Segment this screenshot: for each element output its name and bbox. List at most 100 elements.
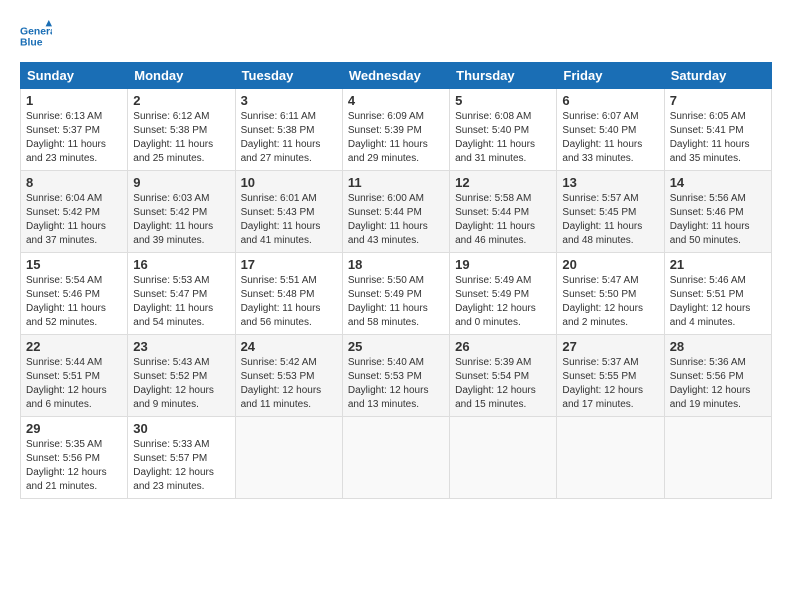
calendar-week-row: 29 Sunrise: 5:35 AMSunset: 5:56 PMDayligh… (21, 417, 772, 499)
calendar-cell (235, 417, 342, 499)
cell-info: Sunrise: 5:54 AMSunset: 5:46 PMDaylight:… (26, 274, 122, 330)
day-number: 9 (133, 175, 229, 190)
cell-info: Sunrise: 6:03 AMSunset: 5:42 PMDaylight:… (133, 192, 229, 248)
cell-info: Sunrise: 6:07 AMSunset: 5:40 PMDaylight:… (562, 110, 658, 166)
calendar-week-row: 15 Sunrise: 5:54 AMSunset: 5:46 PMDayligh… (21, 253, 772, 335)
day-number: 3 (241, 93, 337, 108)
day-number: 27 (562, 339, 658, 354)
day-number: 13 (562, 175, 658, 190)
calendar-cell: 21Sunrise: 5:46 AMSunset: 5:51 PMDayligh… (664, 253, 771, 335)
calendar-cell: 7Sunrise: 6:05 AMSunset: 5:41 PMDaylight… (664, 89, 771, 171)
cell-info: Sunrise: 5:56 AMSunset: 5:46 PMDaylight:… (670, 192, 766, 248)
day-number: 10 (241, 175, 337, 190)
calendar-week-row: 8 Sunrise: 6:04 AMSunset: 5:42 PMDaylight… (21, 171, 772, 253)
day-number: 29 (26, 421, 122, 436)
calendar-cell: 24 Sunrise: 5:42 AMSunset: 5:53 PMDayligh… (235, 335, 342, 417)
day-number: 17 (241, 257, 337, 272)
day-number: 21 (670, 257, 766, 272)
cell-info: Sunrise: 5:47 AMSunset: 5:50 PMDaylight:… (562, 274, 658, 330)
day-number: 28 (670, 339, 766, 354)
calendar-cell: 3 Sunrise: 6:11 AMSunset: 5:38 PMDaylight… (235, 89, 342, 171)
day-number: 18 (348, 257, 444, 272)
calendar-cell: 2 Sunrise: 6:12 AMSunset: 5:38 PMDaylight… (128, 89, 235, 171)
day-number: 20 (562, 257, 658, 272)
calendar-cell: 1 Sunrise: 6:13 AMSunset: 5:37 PMDaylight… (21, 89, 128, 171)
calendar-day-header: Monday (128, 63, 235, 89)
cell-info: Sunrise: 5:35 AMSunset: 5:56 PMDaylight:… (26, 438, 122, 494)
cell-info: Sunrise: 6:04 AMSunset: 5:42 PMDaylight:… (26, 192, 122, 248)
day-number: 8 (26, 175, 122, 190)
day-number: 2 (133, 93, 229, 108)
day-number: 16 (133, 257, 229, 272)
calendar-body: 1 Sunrise: 6:13 AMSunset: 5:37 PMDaylight… (21, 89, 772, 499)
calendar-cell (450, 417, 557, 499)
cell-info: Sunrise: 5:53 AMSunset: 5:47 PMDaylight:… (133, 274, 229, 330)
calendar-cell: 30 Sunrise: 5:33 AMSunset: 5:57 PMDayligh… (128, 417, 235, 499)
calendar-cell: 25 Sunrise: 5:40 AMSunset: 5:53 PMDayligh… (342, 335, 449, 417)
cell-info: Sunrise: 5:40 AMSunset: 5:53 PMDaylight:… (348, 356, 444, 412)
cell-info: Sunrise: 6:09 AMSunset: 5:39 PMDaylight:… (348, 110, 444, 166)
calendar-cell: 28 Sunrise: 5:36 AMSunset: 5:56 PMDayligh… (664, 335, 771, 417)
day-number: 19 (455, 257, 551, 272)
day-number: 25 (348, 339, 444, 354)
day-number: 5 (455, 93, 551, 108)
calendar-day-header: Sunday (21, 63, 128, 89)
calendar-table: SundayMondayTuesdayWednesdayThursdayFrid… (20, 62, 772, 499)
cell-info: Sunrise: 6:01 AMSunset: 5:43 PMDaylight:… (241, 192, 337, 248)
day-number: 15 (26, 257, 122, 272)
svg-text:Blue: Blue (20, 38, 43, 49)
calendar-cell: 29 Sunrise: 5:35 AMSunset: 5:56 PMDayligh… (21, 417, 128, 499)
calendar-cell: 26 Sunrise: 5:39 AMSunset: 5:54 PMDayligh… (450, 335, 557, 417)
day-number: 24 (241, 339, 337, 354)
calendar-week-row: 22 Sunrise: 5:44 AMSunset: 5:51 PMDayligh… (21, 335, 772, 417)
calendar-cell: 18 Sunrise: 5:50 AMSunset: 5:49 PMDayligh… (342, 253, 449, 335)
calendar-cell: 13 Sunrise: 5:57 AMSunset: 5:45 PMDayligh… (557, 171, 664, 253)
calendar-cell: 27 Sunrise: 5:37 AMSunset: 5:55 PMDayligh… (557, 335, 664, 417)
calendar-day-header: Tuesday (235, 63, 342, 89)
cell-info: Sunrise: 5:49 AMSunset: 5:49 PMDaylight:… (455, 274, 551, 330)
cell-info: Sunrise: 6:08 AMSunset: 5:40 PMDaylight:… (455, 110, 551, 166)
cell-info: Sunrise: 6:00 AMSunset: 5:44 PMDaylight:… (348, 192, 444, 248)
calendar-cell: 10 Sunrise: 6:01 AMSunset: 5:43 PMDayligh… (235, 171, 342, 253)
calendar-day-header: Thursday (450, 63, 557, 89)
calendar-cell: 15 Sunrise: 5:54 AMSunset: 5:46 PMDayligh… (21, 253, 128, 335)
cell-info: Sunrise: 5:33 AMSunset: 5:57 PMDaylight:… (133, 438, 229, 494)
day-number: 22 (26, 339, 122, 354)
day-number: 30 (133, 421, 229, 436)
calendar-cell: 11Sunrise: 6:00 AMSunset: 5:44 PMDayligh… (342, 171, 449, 253)
calendar-cell (342, 417, 449, 499)
calendar-cell: 14 Sunrise: 5:56 AMSunset: 5:46 PMDayligh… (664, 171, 771, 253)
day-number: 1 (26, 93, 122, 108)
calendar-cell: 16 Sunrise: 5:53 AMSunset: 5:47 PMDayligh… (128, 253, 235, 335)
calendar-week-row: 1 Sunrise: 6:13 AMSunset: 5:37 PMDaylight… (21, 89, 772, 171)
logo: General Blue (20, 20, 52, 52)
cell-info: Sunrise: 5:57 AMSunset: 5:45 PMDaylight:… (562, 192, 658, 248)
calendar-cell: 12Sunrise: 5:58 AMSunset: 5:44 PMDayligh… (450, 171, 557, 253)
day-number: 12 (455, 175, 551, 190)
day-number: 6 (562, 93, 658, 108)
cell-info: Sunrise: 5:37 AMSunset: 5:55 PMDaylight:… (562, 356, 658, 412)
calendar-cell: 6 Sunrise: 6:07 AMSunset: 5:40 PMDaylight… (557, 89, 664, 171)
cell-info: Sunrise: 5:44 AMSunset: 5:51 PMDaylight:… (26, 356, 122, 412)
cell-info: Sunrise: 5:36 AMSunset: 5:56 PMDaylight:… (670, 356, 766, 412)
cell-info: Sunrise: 5:42 AMSunset: 5:53 PMDaylight:… (241, 356, 337, 412)
day-number: 14 (670, 175, 766, 190)
cell-info: Sunrise: 6:12 AMSunset: 5:38 PMDaylight:… (133, 110, 229, 166)
day-number: 23 (133, 339, 229, 354)
calendar-cell: 19 Sunrise: 5:49 AMSunset: 5:49 PMDayligh… (450, 253, 557, 335)
cell-info: Sunrise: 6:13 AMSunset: 5:37 PMDaylight:… (26, 110, 122, 166)
day-number: 26 (455, 339, 551, 354)
cell-info: Sunrise: 6:11 AMSunset: 5:38 PMDaylight:… (241, 110, 337, 166)
svg-text:General: General (20, 26, 52, 37)
calendar-cell: 20 Sunrise: 5:47 AMSunset: 5:50 PMDayligh… (557, 253, 664, 335)
cell-info: Sunrise: 5:43 AMSunset: 5:52 PMDaylight:… (133, 356, 229, 412)
calendar-cell (664, 417, 771, 499)
calendar-cell (557, 417, 664, 499)
calendar-cell: 17 Sunrise: 5:51 AMSunset: 5:48 PMDayligh… (235, 253, 342, 335)
calendar-cell: 23 Sunrise: 5:43 AMSunset: 5:52 PMDayligh… (128, 335, 235, 417)
cell-info: Sunrise: 5:51 AMSunset: 5:48 PMDaylight:… (241, 274, 337, 330)
cell-info: Sunrise: 5:50 AMSunset: 5:49 PMDaylight:… (348, 274, 444, 330)
calendar-cell: 5 Sunrise: 6:08 AMSunset: 5:40 PMDaylight… (450, 89, 557, 171)
calendar-cell: 4Sunrise: 6:09 AMSunset: 5:39 PMDaylight… (342, 89, 449, 171)
cell-info: Sunrise: 5:39 AMSunset: 5:54 PMDaylight:… (455, 356, 551, 412)
